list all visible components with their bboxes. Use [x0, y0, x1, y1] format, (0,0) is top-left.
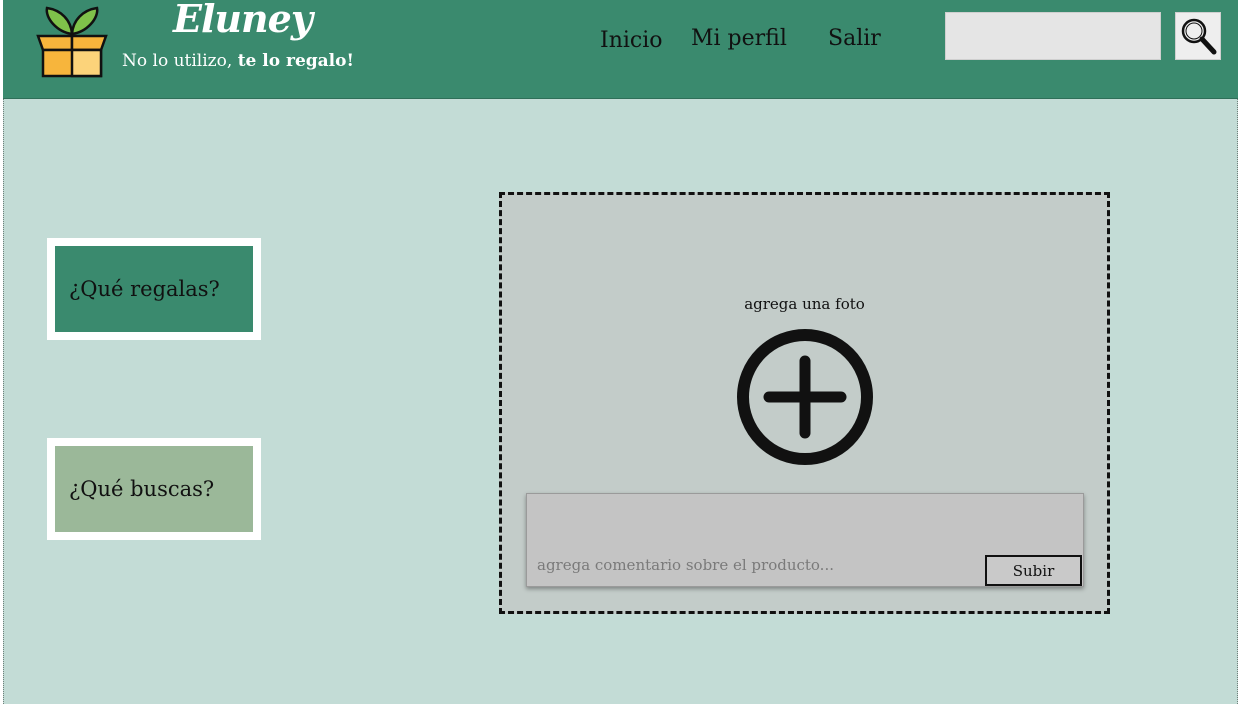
nav-mi-perfil[interactable]: Mi perfil — [691, 26, 787, 51]
brand-tagline: No lo utilizo, te lo regalo! — [122, 51, 354, 71]
nav-inicio[interactable]: Inicio — [600, 28, 663, 53]
comment-input[interactable] — [535, 552, 969, 578]
tagline-plain: No lo utilizo, — [122, 51, 238, 71]
plus-circle-icon[interactable] — [735, 327, 875, 467]
search-icon — [1181, 18, 1217, 55]
gift-box-logo-icon[interactable] — [35, 6, 109, 78]
buscas-card[interactable]: ¿Qué buscas? — [47, 438, 261, 540]
tagline-bold: te lo regalo! — [237, 51, 354, 71]
buscas-label: ¿Qué buscas? — [55, 446, 253, 532]
submit-button[interactable]: Subir — [985, 555, 1082, 586]
photo-upload-dropzone[interactable]: agrega una foto Subir — [499, 192, 1110, 614]
regalas-card[interactable]: ¿Qué regalas? — [47, 238, 261, 340]
search-button[interactable] — [1175, 12, 1221, 60]
regalas-label: ¿Qué regalas? — [55, 246, 253, 332]
brand-name: Eluney — [173, 0, 313, 41]
add-photo-label: agrega una foto — [744, 295, 865, 313]
nav-salir[interactable]: Salir — [828, 26, 881, 51]
search-input[interactable] — [945, 12, 1161, 60]
top-header: Eluney No lo utilizo, te lo regalo! Inic… — [3, 0, 1238, 99]
comment-box: Subir — [526, 493, 1084, 587]
